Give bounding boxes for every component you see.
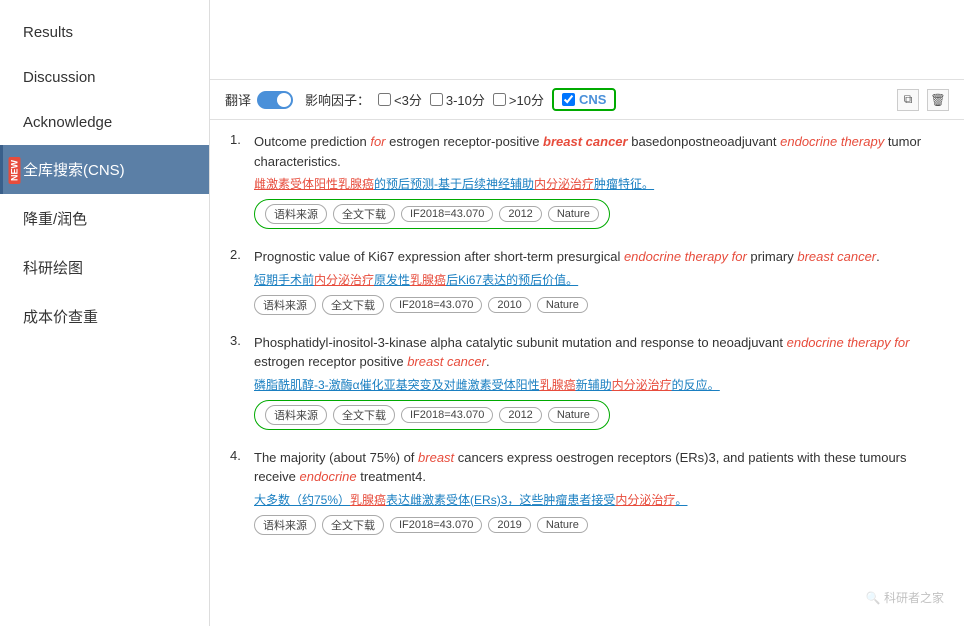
translate-toggle-wrap: 翻译 xyxy=(225,90,293,109)
tag-----[interactable]: 语料来源 xyxy=(265,405,327,425)
result-item-1: 1.Outcome prediction for estrogen recept… xyxy=(230,132,944,229)
filter-gt10-text: >10分 xyxy=(509,90,544,109)
result-index-2: 2. xyxy=(230,247,248,315)
tag-----[interactable]: 语料来源 xyxy=(254,515,316,535)
result-cn-3: 磷脂酰肌醇-3-激酶α催化亚基突变及对雌激素受体阳性乳腺癌新辅助内分泌治疗的反应… xyxy=(254,376,944,394)
toolbar-right: ⧉ 🗑 xyxy=(897,89,949,111)
tag-nature[interactable]: Nature xyxy=(537,517,588,533)
tag-----[interactable]: 语料来源 xyxy=(254,295,316,315)
result-title-1: Outcome prediction for estrogen receptor… xyxy=(254,132,944,171)
tag-if2018-43-070[interactable]: IF2018=43.070 xyxy=(390,297,482,313)
sidebar: ResultsDiscussionAcknowledge全库搜索(CNS)降重/… xyxy=(0,0,210,626)
toolbar: 翻译 影响因子： <3分 3-10分 >10分 CNS ⧉ � xyxy=(210,80,964,120)
tag-----[interactable]: 全文下载 xyxy=(322,295,384,315)
result-title-3: Phosphatidyl-inositol-3-kinase alpha cat… xyxy=(254,333,944,372)
sidebar-item-discussion[interactable]: Discussion xyxy=(0,55,209,100)
results-list: 1.Outcome prediction for estrogen recept… xyxy=(210,120,964,626)
filter-gt10-label[interactable]: >10分 xyxy=(493,90,544,109)
result-title-4: The majority (about 75%) of breast cance… xyxy=(254,448,944,487)
filter-label: 影响因子： xyxy=(305,90,370,109)
tag-2010[interactable]: 2010 xyxy=(488,297,530,313)
tag-nature[interactable]: Nature xyxy=(537,297,588,313)
filter-lt3-checkbox[interactable] xyxy=(378,93,391,106)
result-cn-4: 大多数（约75%）乳腺癌表达雌激素受体(ERs)3，这些肿瘤患者接受内分泌治疗。 xyxy=(254,491,944,509)
filter-gt10-checkbox[interactable] xyxy=(493,93,506,106)
filter-group: 影响因子： <3分 3-10分 >10分 CNS xyxy=(305,88,616,111)
result-index-3: 3. xyxy=(230,333,248,430)
tag-----[interactable]: 语料来源 xyxy=(265,204,327,224)
result-item-2: 2. Prognostic value of Ki67 expression af… xyxy=(230,247,944,315)
tag-----[interactable]: 全文下载 xyxy=(333,204,395,224)
tag-----[interactable]: 全文下载 xyxy=(333,405,395,425)
filter-lt3-text: <3分 xyxy=(394,90,422,109)
filter-3-10-text: 3-10分 xyxy=(446,90,485,109)
filter-lt3-label[interactable]: <3分 xyxy=(378,90,422,109)
tag-if2018-43-070[interactable]: IF2018=43.070 xyxy=(401,206,493,222)
sidebar-item-weight-color[interactable]: 降重/润色 xyxy=(0,194,209,243)
result-index-1: 1. xyxy=(230,132,248,229)
sidebar-item-research-chart[interactable]: 科研绘图 xyxy=(0,243,209,292)
result-title-2: Prognostic value of Ki67 expression afte… xyxy=(254,247,880,267)
tag-----[interactable]: 全文下载 xyxy=(322,515,384,535)
cns-filter-box[interactable]: CNS xyxy=(552,88,616,111)
result-index-4: 4. xyxy=(230,448,248,535)
copy-button[interactable]: ⧉ xyxy=(897,89,919,111)
sidebar-item-cost-check[interactable]: 成本价查重 xyxy=(0,292,209,341)
sidebar-item-results[interactable]: Results xyxy=(0,10,209,55)
tags-row-1: 语料来源全文下载 IF2018=43.070 2012 Nature xyxy=(254,199,610,229)
main-content: 翻译 影响因子： <3分 3-10分 >10分 CNS ⧉ � xyxy=(210,0,964,626)
search-textarea[interactable] xyxy=(210,0,964,80)
translate-label: 翻译 xyxy=(225,90,251,109)
tags-row-4: 语料来源全文下载 IF2018=43.070 2019 Nature xyxy=(254,515,588,535)
result-item-4: 4.The majority (about 75%) of breast can… xyxy=(230,448,944,535)
filter-3-10-label[interactable]: 3-10分 xyxy=(430,90,485,109)
cns-checkbox[interactable] xyxy=(562,93,575,106)
filter-3-10-checkbox[interactable] xyxy=(430,93,443,106)
tags-row-3: 语料来源全文下载 IF2018=43.070 2012 Nature xyxy=(254,400,610,430)
tag-nature[interactable]: Nature xyxy=(548,206,599,222)
delete-button[interactable]: 🗑 xyxy=(927,89,949,111)
tag-2012[interactable]: 2012 xyxy=(499,407,541,423)
sidebar-item-full-search[interactable]: 全库搜索(CNS) xyxy=(0,145,209,194)
tag-if2018-43-070[interactable]: IF2018=43.070 xyxy=(401,407,493,423)
cns-label: CNS xyxy=(579,92,606,107)
translate-toggle[interactable] xyxy=(257,91,293,109)
tag-2019[interactable]: 2019 xyxy=(488,517,530,533)
result-cn-1: 雌激素受体阳性乳腺癌的预后预测-基于后续神经辅助内分泌治疗肿瘤特征。 xyxy=(254,175,944,193)
sidebar-item-acknowledge[interactable]: Acknowledge xyxy=(0,100,209,145)
tag-2012[interactable]: 2012 xyxy=(499,206,541,222)
result-item-3: 3.Phosphatidyl-inositol-3-kinase alpha c… xyxy=(230,333,944,430)
tag-nature[interactable]: Nature xyxy=(548,407,599,423)
tags-row-2: 语料来源全文下载 IF2018=43.070 2010 Nature xyxy=(254,295,588,315)
result-cn-2: 短期手术前内分泌治疗原发性乳腺癌后Ki67表达的预后价值。 xyxy=(254,271,880,289)
tag-if2018-43-070[interactable]: IF2018=43.070 xyxy=(390,517,482,533)
